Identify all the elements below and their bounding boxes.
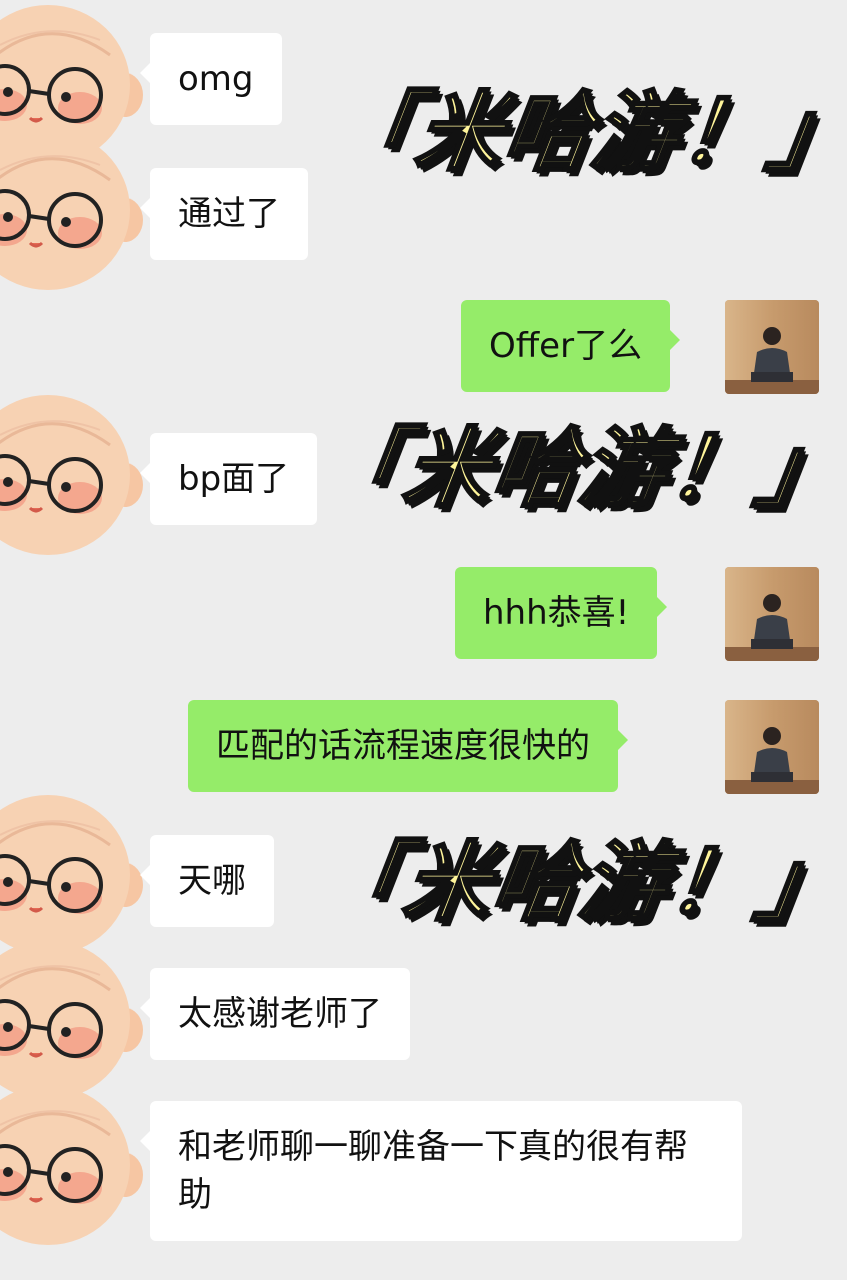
overlay-sticker-text: 「米哈游！」 bbox=[308, 832, 847, 935]
right-avatar-icon[interactable] bbox=[725, 300, 819, 394]
message-bubble[interactable]: omg bbox=[140, 33, 282, 125]
message-text: hhh恭喜! bbox=[483, 593, 630, 633]
message-text: omg bbox=[178, 59, 254, 99]
message-text: 通过了 bbox=[178, 194, 280, 234]
message-bubble[interactable]: 匹配的话流程速度很快的 bbox=[188, 700, 628, 792]
message-bubble[interactable]: 和老师聊一聊准备一下真的很有帮助 bbox=[140, 1101, 742, 1241]
right-avatar-icon[interactable] bbox=[725, 700, 819, 794]
message-bubble[interactable]: 通过了 bbox=[140, 168, 308, 260]
left-avatar-icon[interactable] bbox=[0, 1080, 150, 1250]
overlay-sticker-text: 「米哈游！」 bbox=[320, 82, 847, 185]
message-bubble[interactable]: 天哪 bbox=[140, 835, 274, 927]
message-text: 太感谢老师了 bbox=[178, 994, 382, 1034]
message-text: 天哪 bbox=[178, 861, 246, 901]
message-text: 匹配的话流程速度很快的 bbox=[216, 726, 590, 766]
message-bubble[interactable]: Offer了么 bbox=[461, 300, 681, 392]
left-avatar-icon[interactable] bbox=[0, 125, 150, 295]
message-bubble[interactable]: 太感谢老师了 bbox=[140, 968, 410, 1060]
left-avatar-icon[interactable] bbox=[0, 390, 150, 560]
message-bubble[interactable]: hhh恭喜! bbox=[455, 567, 668, 659]
overlay-sticker-text: 「米哈游！」 bbox=[308, 418, 847, 521]
message-bubble[interactable]: bp面了 bbox=[139, 433, 318, 525]
message-text: bp面了 bbox=[178, 459, 290, 499]
message-text: Offer了么 bbox=[489, 326, 643, 366]
right-avatar-icon[interactable] bbox=[725, 567, 819, 661]
message-text: 和老师聊一聊准备一下真的很有帮助 bbox=[178, 1127, 688, 1215]
